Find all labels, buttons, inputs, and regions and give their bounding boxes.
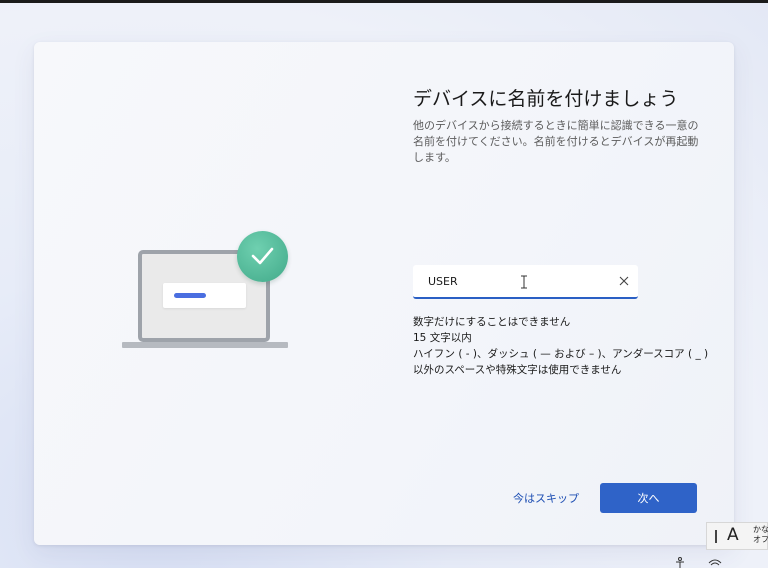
clear-button[interactable] (612, 269, 636, 293)
rule-line: ハイフン ( - )、ダッシュ ( — および – )、アンダースコア ( _ … (413, 348, 709, 360)
ime-label-line1: かな (753, 525, 768, 534)
dialog-bar-graphic (174, 293, 206, 298)
ime-label-line2: オフ (753, 535, 768, 544)
rule-line: 数字だけにすることはできません (413, 316, 571, 328)
ime-separator (715, 530, 717, 543)
rule-line: 以外のスペースや特殊文字は使用できません (413, 364, 622, 376)
rule-line: 15 文字以内 (413, 332, 472, 344)
laptop-base (122, 342, 288, 348)
dialog-card-graphic (163, 283, 246, 308)
device-name-input[interactable] (413, 265, 603, 297)
ime-mode-letter: A (727, 525, 739, 545)
network-icon[interactable] (708, 557, 722, 568)
page-description: 他のデバイスから接続するときに簡単に認識できる一意の名前を付けてください。名前を… (413, 119, 699, 164)
ime-indicator[interactable]: A かな オフ (706, 522, 768, 550)
top-edge-bar (0, 0, 768, 3)
oobe-dialog: デバイスに名前を付けましょう 他のデバイスから接続するときに簡単に認識できる一意… (34, 42, 734, 545)
name-rules: 数字だけにすることはできません 15 文字以内 ハイフン ( - )、ダッシュ … (413, 314, 733, 378)
page-title: デバイスに名前を付けましょう (413, 88, 679, 110)
device-name-field[interactable] (413, 265, 638, 299)
checkmark-icon (237, 231, 288, 282)
next-button[interactable]: 次へ (600, 483, 697, 513)
skip-button[interactable]: 今はスキップ (508, 483, 584, 513)
accessibility-icon[interactable] (674, 556, 686, 568)
close-icon (619, 276, 629, 286)
text-cursor-icon (521, 275, 527, 289)
ime-mode-label: かな オフ (753, 525, 768, 545)
